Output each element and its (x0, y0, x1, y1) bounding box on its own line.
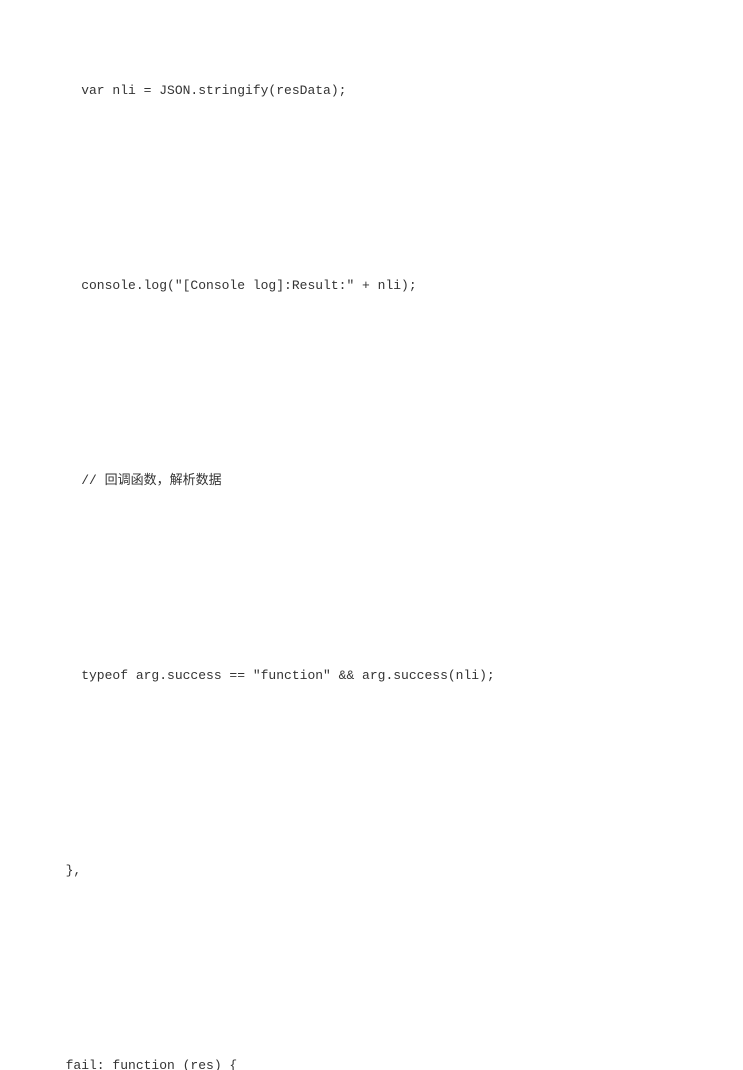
code-line (50, 572, 743, 585)
code-block: var nli = JSON.stringify(resData); conso… (0, 0, 743, 1070)
code-line: typeof arg.success == "function" && arg.… (50, 658, 743, 694)
code-line (50, 182, 743, 195)
code-line: var nli = JSON.stringify(resData); (50, 73, 743, 109)
code-line (50, 962, 743, 975)
code-line: }, (50, 853, 743, 889)
code-line: console.log("[Console log]:Result:" + nl… (50, 268, 743, 304)
code-line (50, 767, 743, 780)
code-line: // 回调函数，解析数据 (50, 463, 743, 499)
code-line: fail: function (res) { (50, 1048, 743, 1070)
code-line (50, 377, 743, 390)
